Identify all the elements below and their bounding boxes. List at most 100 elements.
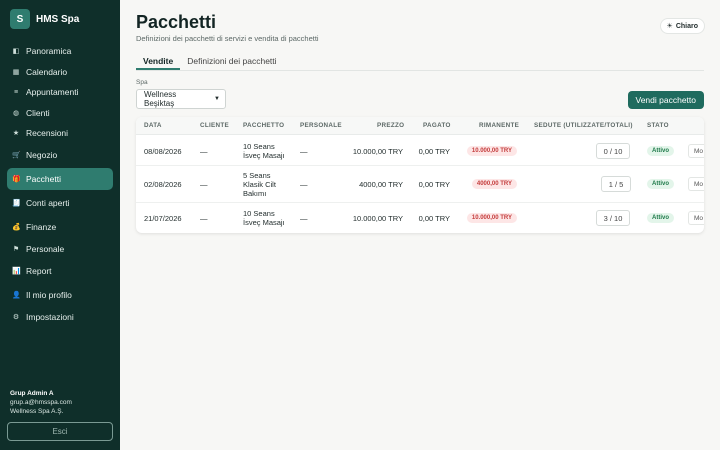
- sessions-counter[interactable]: 3 / 10: [596, 210, 630, 226]
- row-action-button[interactable]: Mo: [688, 177, 704, 191]
- row-date: 02/08/2026: [144, 180, 182, 189]
- user-icon: 👤: [12, 292, 21, 299]
- sell-package-button[interactable]: Vendi pacchetto: [627, 91, 704, 109]
- sidebar-item-il-mio-profilo[interactable]: 👤 Il mio profilo: [7, 284, 113, 306]
- table-row[interactable]: 08/08/2026 — 10 Seans İsveç Masajı — 10.…: [136, 136, 704, 166]
- page-title: Pacchetti: [136, 12, 217, 32]
- row-client: —: [200, 180, 208, 189]
- remaining-badge: 10.000,00 TRY: [466, 213, 517, 223]
- col-prezzo: PREZZO: [377, 122, 405, 129]
- status-badge: Attivo: [647, 146, 674, 156]
- sidebar: S HMS Spa ◧ Panoramica ▦ Calendario ≡ Ap…: [0, 0, 120, 450]
- sidebar-item-label: Conti aperti: [26, 198, 70, 208]
- star-icon: ★: [12, 130, 20, 137]
- spa-filter-label: Spa: [136, 79, 148, 86]
- col-pacchetto: PACCHETTO: [243, 122, 285, 129]
- user-info: Grup Admin A grup.a@hmsspa.com Wellness …: [10, 389, 72, 416]
- row-staff: —: [300, 214, 308, 223]
- tab-definizioni-pacchetti[interactable]: Definizioni dei pacchetti: [180, 54, 283, 70]
- row-staff: —: [300, 147, 308, 156]
- row-package: 10 Seans İsveç Masajı: [243, 142, 285, 160]
- sidebar-item-report[interactable]: 📊 Report: [7, 260, 113, 282]
- gift-icon: 🎁: [12, 176, 21, 183]
- clients-icon: ◍: [12, 110, 20, 117]
- sidebar-item-conti-aperti[interactable]: 🧾 Conti aperti: [7, 192, 113, 214]
- cart-icon: 🛒: [12, 152, 21, 159]
- sidebar-item-label: Pacchetti: [26, 174, 61, 184]
- row-price: 4000,00 TRY: [359, 180, 403, 189]
- spa-select-value: Wellness Beşiktaş: [144, 90, 177, 108]
- sidebar-item-negozio[interactable]: 🛒 Negozio: [7, 144, 113, 166]
- sessions-counter[interactable]: 0 / 10: [596, 143, 630, 159]
- spa-select[interactable]: Wellness Beşiktaş ▼: [136, 89, 226, 109]
- row-action-button[interactable]: Mo: [688, 144, 704, 158]
- chevron-down-icon: ▼: [214, 96, 220, 102]
- page-subtitle: Definizioni dei pacchetti di servizi e v…: [136, 34, 319, 43]
- row-client: —: [200, 147, 208, 156]
- sidebar-item-label: Impostazioni: [26, 312, 74, 322]
- row-package: 5 Seans Klasik Cilt Bakımı: [243, 171, 276, 198]
- col-cliente: CLIENTE: [200, 122, 230, 129]
- logout-button[interactable]: Esci: [7, 422, 113, 441]
- row-package: 10 Seans İsveç Masajı: [243, 209, 285, 227]
- sessions-counter[interactable]: 1 / 5: [601, 176, 631, 192]
- theme-toggle-button[interactable]: ☀ Chiaro: [659, 18, 705, 34]
- sidebar-item-pacchetti[interactable]: 🎁 Pacchetti: [7, 168, 113, 190]
- list-icon: ≡: [13, 88, 19, 96]
- money-bag-icon: 💰: [12, 224, 21, 231]
- row-price: 10.000,00 TRY: [352, 147, 403, 156]
- sidebar-item-impostazioni[interactable]: ⚙ Impostazioni: [7, 307, 113, 327]
- row-paid: 0,00 TRY: [418, 180, 450, 189]
- sales-table: DATA CLIENTE PACCHETTO PERSONALE PREZZO …: [136, 117, 704, 233]
- sidebar-nav: ◧ Panoramica ▦ Calendario ≡ Appuntamenti…: [7, 41, 113, 327]
- table-row[interactable]: 02/08/2026 — 5 Seans Klasik Cilt Bakımı …: [136, 166, 704, 203]
- col-pagato: PAGATO: [423, 122, 451, 129]
- brand-name: HMS Spa: [36, 13, 80, 25]
- row-staff: —: [300, 180, 308, 189]
- row-date: 21/07/2026: [144, 214, 182, 223]
- sidebar-item-clienti[interactable]: ◍ Clienti: [7, 103, 113, 123]
- row-paid: 0,00 TRY: [418, 214, 450, 223]
- chart-icon: 📊: [12, 268, 21, 275]
- sidebar-item-appuntamenti[interactable]: ≡ Appuntamenti: [7, 82, 113, 102]
- sidebar-item-label: Report: [26, 266, 52, 276]
- row-price: 10.000,00 TRY: [352, 214, 403, 223]
- col-sedute: SEDUTE (UTILIZZATE/TOTALI): [534, 122, 633, 129]
- receipt-icon: 🧾: [12, 200, 21, 207]
- tab-vendite[interactable]: Vendite: [136, 54, 181, 70]
- calendar-icon: ▦: [12, 69, 20, 76]
- main-content: Pacchetti Definizioni dei pacchetti di s…: [120, 0, 720, 450]
- table-row[interactable]: 21/07/2026 — 10 Seans İsveç Masajı — 10.…: [136, 203, 704, 233]
- sidebar-item-finanze[interactable]: 💰 Finanze: [7, 216, 113, 238]
- remaining-badge: 10.000,00 TRY: [466, 146, 517, 156]
- user-company: Wellness Spa A.Ş.: [10, 408, 64, 415]
- flag-icon: ⚑: [12, 246, 20, 253]
- table-header: DATA CLIENTE PACCHETTO PERSONALE PREZZO …: [136, 117, 704, 135]
- col-personale: PERSONALE: [300, 122, 342, 129]
- sidebar-item-calendario[interactable]: ▦ Calendario: [7, 62, 113, 82]
- sidebar-item-label: Finanze: [26, 222, 57, 232]
- sidebar-item-label: Recensioni: [26, 128, 69, 138]
- brand[interactable]: S HMS Spa: [10, 9, 79, 29]
- tab-bar: Vendite Definizioni dei pacchetti: [136, 54, 704, 71]
- sidebar-item-recensioni[interactable]: ★ Recensioni: [7, 123, 113, 143]
- sidebar-item-label: Appuntamenti: [26, 87, 79, 97]
- row-client: —: [200, 214, 208, 223]
- sun-icon: ☀: [666, 23, 673, 30]
- grid-icon: ◧: [12, 48, 20, 55]
- sidebar-item-label: Calendario: [26, 67, 68, 77]
- theme-label: Chiaro: [675, 22, 698, 30]
- brand-logo: S: [10, 9, 30, 29]
- col-stato: STATO: [647, 122, 669, 129]
- row-action-button[interactable]: Mo: [688, 211, 704, 225]
- col-rimanente: RIMANENTE: [479, 122, 520, 129]
- sidebar-item-label: Clienti: [26, 108, 50, 118]
- sidebar-item-label: Personale: [26, 244, 65, 254]
- sidebar-item-personale[interactable]: ⚑ Personale: [7, 239, 113, 259]
- row-date: 08/08/2026: [144, 147, 182, 156]
- sidebar-item-label: Negozio: [26, 150, 58, 160]
- status-badge: Attivo: [647, 179, 674, 189]
- remaining-badge: 4000,00 TRY: [471, 179, 517, 189]
- user-email: grup.a@hmsspa.com: [10, 399, 72, 406]
- sidebar-item-panoramica[interactable]: ◧ Panoramica: [7, 41, 113, 61]
